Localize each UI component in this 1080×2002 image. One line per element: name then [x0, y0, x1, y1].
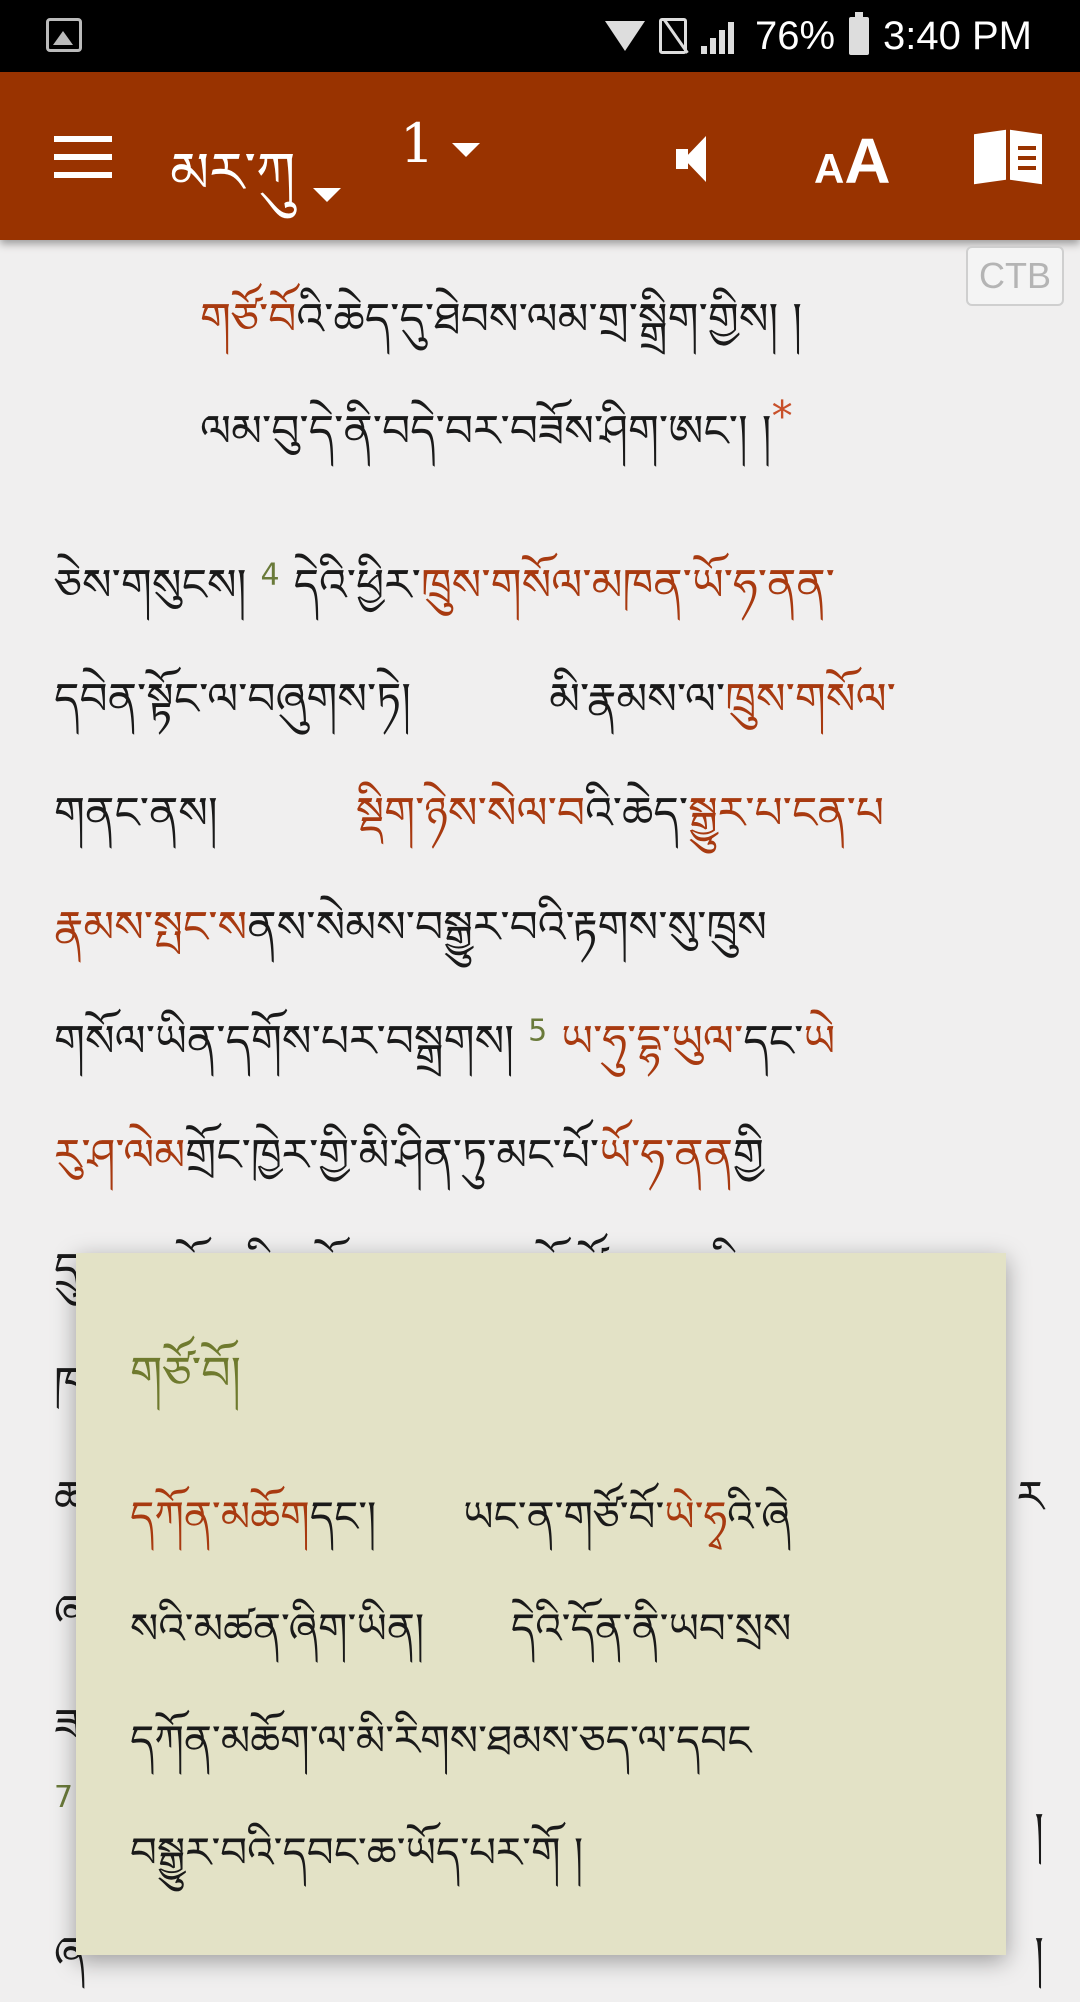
font-size-small-label: A — [814, 145, 845, 192]
popup-text: ཡང་ན་གཙོ་བོ་ — [463, 1492, 665, 1541]
chevron-down-icon — [452, 142, 481, 157]
verse-text: གྲོང་ཁྱེར་གྱི་མི་ཤིན་ཏུ་མང་པོ་ — [185, 1130, 600, 1181]
glossary-link[interactable]: གཙོ་བོ — [200, 294, 296, 345]
popup-text: བསྒྱུར་བའི་དབང་ཆ་ཡོད་པར་གོ ། — [130, 1828, 584, 1877]
verse-text: ཅེས་གསུངས། — [54, 560, 247, 611]
verse-text: གྱི — [733, 1130, 764, 1181]
glossary-link[interactable]: དཀོན་མཆོག — [130, 1492, 310, 1541]
popup-title: གཙོ་བོ། — [130, 1346, 241, 1400]
popup-line: བསྒྱུར་བའི་དབང་ཆ་ཡོད་པར་གོ ། — [130, 1805, 583, 1924]
popup-text: དང་། — [309, 1492, 377, 1541]
battery-icon — [849, 12, 870, 55]
glossary-popup[interactable]: གཙོ་བོ། དཀོན་མཆོགདང་། ཡང་ན་གཙོ་བོ་ཡེ་ཧྭའ… — [76, 1253, 1006, 1955]
verse-line: གནང་ནས། སྡིག་ཉེས་སེལ་བའི་ཆེད་སྒྱུར་པ་ངན་… — [54, 764, 884, 888]
footnote-marker[interactable]: * — [772, 391, 793, 440]
verse-number: 4 — [260, 557, 280, 593]
verse-line: ཅེས་གསུངས། 4 དེའི་ཕྱིར་ཁྲུས་གསོལ་མཁན་ཡོ་… — [54, 536, 835, 660]
verse-number: 7 — [54, 1780, 74, 1815]
no-sim-icon — [658, 18, 687, 54]
chevron-down-icon — [313, 188, 342, 202]
glossary-link[interactable]: ཡེ — [803, 1016, 835, 1067]
popup-line: སའི་མཚན་ཞིག་ཡིན། དེའི་དོན་ནི་ཡབ་སྲས — [130, 1581, 791, 1700]
gallery-icon — [46, 18, 82, 52]
glossary-link[interactable]: རུ་ཤ་ལེམ — [54, 1130, 185, 1181]
glossary-link[interactable]: སྡིག་ཉེས་སེལ་བ — [356, 788, 585, 839]
version-badge[interactable]: CTB — [966, 246, 1064, 306]
verse-text: ར — [1016, 1472, 1044, 1523]
chapter-number: 1 — [400, 112, 435, 175]
glossary-link[interactable]: ཁྲུས་གསོལ་མཁན་ཡོ་ཧ་ནན་ — [421, 560, 835, 611]
popup-text: སའི་མཚན་ཞིག་ཡིན། — [130, 1604, 425, 1653]
verse-text: ། — [1034, 1804, 1044, 1855]
verse-text: དང་ — [743, 1016, 804, 1067]
speaker-icon[interactable] — [676, 136, 716, 182]
verse-text: མི་རྣམས་ལ་ — [549, 674, 726, 725]
popup-line: དཀོན་མཆོགདང་། ཡང་ན་གཙོ་བོ་ཡེ་ཧྭའི་ཞེ — [130, 1469, 791, 1588]
popup-text: དེའི་དོན་ནི་ཡབ་སྲས — [510, 1604, 792, 1653]
signal-icon — [700, 18, 741, 54]
status-icons: 76% 3:40 PM — [604, 10, 1032, 62]
glossary-link[interactable]: ཡེ་ཧྭ — [664, 1492, 727, 1541]
verse-number: 5 — [528, 1013, 548, 1049]
glossary-link[interactable]: ཁྲུས་གསོལ་ — [725, 674, 896, 725]
verse-text: ལམ་བུ་དེ་ནི་བདེ་བར་བཟོས་ཤིག་ཨང་། ། — [200, 406, 772, 457]
verse-line: གསོལ་ཡིན་དགོས་པར་བསྒྲགས། 5 ཡ་ཧུ་དྷ་ཡུལ་ད… — [54, 992, 835, 1116]
app-toolbar: མར་ཀུ 1 AA — [0, 72, 1080, 240]
verse-text: གནང་ནས། — [54, 788, 218, 839]
popup-text: དཀོན་མཆོག་ལ་མི་རིགས་ཐམས་ཅད་ལ་དབང — [130, 1716, 752, 1765]
popup-text: འི་ཞེ — [727, 1492, 791, 1541]
verse-text: ། — [1034, 1928, 1044, 1979]
glossary-link[interactable]: རྣམས་སྤང་ས — [54, 902, 247, 953]
verse-line: རུ་ཤ་ལེམགྲོང་ཁྱེར་གྱི་མི་ཤིན་ཏུ་མང་པོ་ཡོ… — [54, 1106, 764, 1230]
status-bar: 76% 3:40 PM — [0, 0, 1080, 72]
verse-text: དེའི་ཕྱིར་ — [293, 560, 421, 611]
battery-percent: 76% — [754, 13, 836, 58]
glossary-link[interactable]: ཡ་ཧུ་དྷ་ཡུལ་ — [561, 1016, 743, 1067]
popup-line: དཀོན་མཆོག་ལ་མི་རིགས་ཐམས་ཅད་ལ་དབང — [130, 1693, 751, 1812]
open-book-icon[interactable] — [974, 129, 1042, 185]
verse-line: ལམ་བུ་དེ་ནི་བདེ་བར་བཟོས་ཤིག་ཨང་། །* — [200, 382, 793, 506]
font-size-button[interactable]: AA — [814, 124, 891, 198]
verse-text: འི་ཆེད་དུ་ཐེབས་ལམ་གྲ་སྒྲིག་གྱིས། ། — [296, 294, 803, 345]
verse-line: དབེན་སྟོང་ལ་བཞུགས་ཏེ། མི་རྣམས་ལ་ཁྲུས་གསོ… — [54, 650, 896, 774]
chapter-selector[interactable]: 1 — [400, 112, 481, 175]
clock: 3:40 PM — [883, 13, 1032, 58]
verse-text: དབེན་སྟོང་ལ་བཞུགས་ཏེ། — [54, 674, 412, 725]
glossary-link[interactable]: ཡོ་ཧ་ནན — [599, 1130, 733, 1181]
wifi-icon — [604, 21, 645, 51]
verse-text: ནས་སེམས་བསྒྱུར་བའི་རྟགས་སུ་ཁྲུས — [247, 902, 767, 953]
menu-icon[interactable] — [54, 136, 112, 178]
verse-text: འི་ཆེད་ — [585, 788, 689, 839]
verse-line: གཙོ་བོའི་ཆེད་དུ་ཐེབས་ལམ་གྲ་སྒྲིག་གྱིས། ། — [200, 270, 802, 394]
verse-line: རྣམས་སྤང་སནས་སེམས་བསྒྱུར་བའི་རྟགས་སུ་ཁྲུ… — [54, 878, 767, 1002]
font-size-large-label: A — [844, 125, 891, 197]
verse-text: གསོལ་ཡིན་དགོས་པར་བསྒྲགས། — [54, 1016, 515, 1067]
glossary-link[interactable]: སྒྱུར་པ་ངན་པ — [688, 788, 884, 839]
